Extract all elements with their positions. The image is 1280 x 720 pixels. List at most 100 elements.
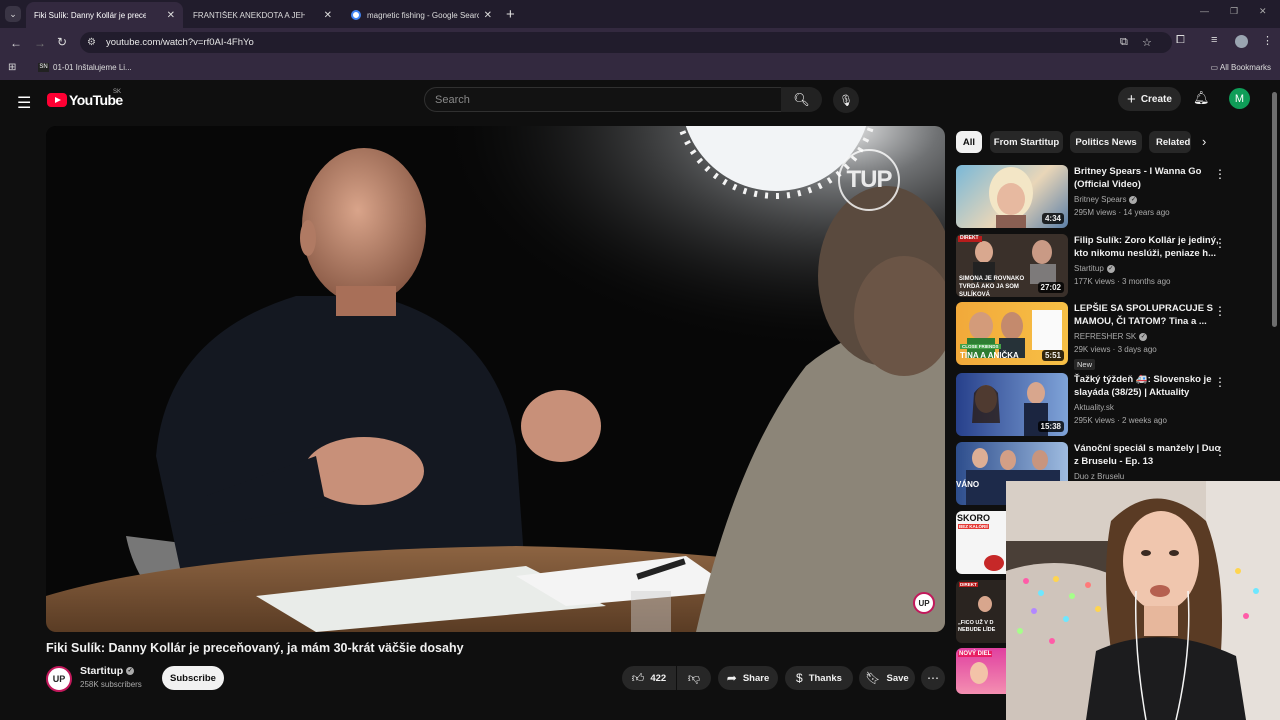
share-button[interactable]: ➦ Share (718, 666, 778, 690)
recommendation-item[interactable]: 4:34 Britney Spears - I Wanna Go (Offici… (956, 165, 1256, 229)
forward-icon[interactable]: → (34, 36, 46, 50)
channel-watermark-badge[interactable]: UP (913, 592, 935, 614)
subscriber-count: 258K subscribers (80, 680, 142, 689)
recommendation-channel[interactable]: Britney Spears ✓ (1074, 195, 1138, 204)
country-code: SK (113, 89, 122, 95)
reload-icon[interactable]: ↻ (57, 35, 67, 49)
menu-icon[interactable]: ☰ (17, 93, 31, 113)
video-duration: 5:51 (1041, 350, 1064, 361)
create-button[interactable]: + Create (1118, 87, 1181, 111)
video-thumbnail[interactable]: DIREKT SIMONA JE ROVNAKO TVRDÁ AKO JA SO… (956, 234, 1068, 297)
recommendation-title[interactable]: Filip Sulík: Zoro Kollár je jediný, kto … (1074, 234, 1226, 260)
recommendation-channel[interactable]: Startitup ✓ (1074, 264, 1115, 273)
thumbnail-caption: NOVÝ DIEL (958, 651, 993, 657)
extensions-icon[interactable]: ⧠ (1176, 34, 1185, 47)
thumbnail-label: DIREKT (960, 235, 979, 241)
verified-icon: ✓ (126, 667, 135, 676)
recommendation-item[interactable]: 15:38 Ťažký týždeň 🚑: Slovensko je slayá… (956, 373, 1256, 437)
video-thumbnail[interactable]: NOVÝ DIEL (956, 648, 1006, 694)
video-frame (46, 126, 945, 632)
thumbnail-caption: SIMONA JE ROVNAKO TVRDÁ AKO JA SOM SULÍK… (959, 276, 1025, 297)
profile-avatar[interactable] (1235, 35, 1248, 48)
bookmark-star-icon[interactable]: ☆ (1142, 36, 1152, 49)
thumbs-up-icon: 👍︎ (631, 670, 645, 685)
thumbnail-label: DIREKT (959, 582, 978, 587)
bookmark-label: 01-01 Inštalujeme Li... (53, 63, 132, 72)
video-thumbnail[interactable]: 4:34 (956, 165, 1068, 228)
video-thumbnail[interactable]: DIREKT „FICO UŽ V D NEBUDE LÍDE (956, 580, 1006, 643)
video-thumbnail[interactable]: CLOSE FRIENDS TINA A ANIČKA 5:51 (956, 302, 1068, 365)
recommendation-channel[interactable]: REFRESHER SK ✓ (1074, 332, 1148, 341)
apps-grid-icon[interactable]: ⊞ (8, 62, 16, 73)
recommendation-meta: 295K views · 2 weeks ago (1074, 416, 1167, 425)
user-avatar[interactable]: M (1229, 88, 1250, 109)
video-thumbnail[interactable]: SKORO BEZ KALÓRIÍ (956, 511, 1006, 574)
browser-menu-icon[interactable]: ⋮ (1262, 34, 1273, 47)
channel-name[interactable]: Startitup ✓ (80, 665, 135, 677)
tab-search-icon[interactable]: ⌄ (5, 6, 21, 22)
like-button[interactable]: 👍︎ 422 (622, 666, 676, 690)
thumbs-down-icon: 👎︎ (687, 670, 701, 685)
channel-avatar[interactable]: UP (46, 666, 72, 692)
recommendation-item[interactable]: DIREKT SIMONA JE ROVNAKO TVRDÁ AKO JA SO… (956, 234, 1256, 298)
recommendation-title[interactable]: Ťažký týždeň 🚑: Slovensko je slayáda (38… (1074, 373, 1226, 399)
tab-title: FRANTIŠEK ANEKDOTA A JEHO (193, 10, 305, 20)
tab-active[interactable]: Fiki Sulík: Danny Kollár je preceňovaný … (26, 2, 183, 28)
tab-close-icon[interactable]: ✕ (484, 10, 492, 21)
reading-list-icon[interactable]: ≡ (1211, 34, 1217, 46)
bookmarks-bar: ⊞ SN 01-01 Inštalujeme Li... ▭ All Bookm… (0, 56, 1280, 80)
more-vertical-icon[interactable]: ⋮ (1214, 375, 1226, 389)
chip-all[interactable]: All (956, 131, 982, 153)
url-text[interactable]: youtube.com/watch?v=rf0AI-4FhYo (106, 37, 254, 48)
bookmark-item[interactable]: SN 01-01 Inštalujeme Li... (38, 63, 132, 72)
recommendation-title[interactable]: Vánoční speciál s manžely | Duo z Brusel… (1074, 442, 1226, 468)
channel-name-text: Startitup (80, 665, 124, 677)
minimize-icon[interactable]: — (1200, 6, 1209, 16)
more-actions-button[interactable]: ⋯ (921, 666, 945, 690)
video-duration: 27:02 (1037, 282, 1064, 293)
chip-politics-news[interactable]: Politics News (1070, 131, 1142, 153)
notifications-bell-icon[interactable]: 🔔︎ (1193, 90, 1210, 106)
recommendation-channel[interactable]: Aktuality.sk (1074, 403, 1114, 412)
webcam-feed (1006, 481, 1280, 720)
new-tab-button[interactable]: + (506, 6, 515, 23)
more-vertical-icon[interactable]: ⋮ (1214, 444, 1226, 458)
thanks-button[interactable]: $ Thanks (785, 666, 853, 690)
close-window-icon[interactable]: ✕ (1259, 6, 1267, 17)
omnibox[interactable]: ⚙ youtube.com/watch?v=rf0AI-4FhYo ⧉ ☆ (80, 32, 1172, 53)
tab-google-search[interactable]: magnetic fishing - Google Search ✕ (343, 2, 500, 28)
recommendation-channel[interactable]: Duo z Bruselu (1074, 472, 1124, 481)
restore-icon[interactable]: ❐ (1230, 6, 1238, 17)
site-info-icon[interactable]: ⚙ (87, 37, 96, 48)
save-label: Save (886, 672, 909, 684)
recommendation-title[interactable]: Britney Spears - I Wanna Go (Official Vi… (1074, 165, 1226, 191)
bookmark-favicon: SN (38, 63, 49, 72)
all-bookmarks-label: All Bookmarks (1219, 63, 1271, 72)
chevron-right-icon[interactable]: › (1202, 134, 1206, 149)
plus-icon: + (1127, 90, 1136, 108)
scrollbar[interactable] (1272, 92, 1277, 327)
video-thumbnail[interactable]: 15:38 (956, 373, 1068, 436)
recommendation-title[interactable]: LEPŠIE SA SPOLUPRACUJE S MAMOU, ČI TATOM… (1074, 302, 1226, 328)
back-icon[interactable]: ← (10, 36, 22, 50)
more-vertical-icon[interactable]: ⋮ (1214, 304, 1226, 318)
save-button[interactable]: 🔖︎ Save (859, 666, 915, 690)
dislike-button[interactable]: 👎︎ (677, 666, 711, 690)
more-vertical-icon[interactable]: ⋮ (1214, 167, 1226, 181)
voice-search-button[interactable]: 🎙︎ (833, 87, 859, 113)
tab-close-icon[interactable]: ✕ (324, 10, 332, 21)
tab-frantisek[interactable]: FRANTIŠEK ANEKDOTA A JEHO ✕ (185, 2, 340, 28)
all-bookmarks-button[interactable]: ▭ All Bookmarks (1211, 63, 1271, 72)
subscribe-button[interactable]: Subscribe (162, 666, 224, 690)
install-app-icon[interactable]: ⧉ (1120, 36, 1128, 49)
chip-from-startitup[interactable]: From Startitup (990, 131, 1063, 153)
search-input[interactable]: Search (424, 87, 782, 112)
more-vertical-icon[interactable]: ⋮ (1214, 236, 1226, 250)
tab-close-icon[interactable]: ✕ (167, 10, 175, 21)
video-player[interactable]: TUP (46, 126, 945, 632)
youtube-logo[interactable]: YouTube SK (47, 89, 123, 108)
tab-title: Fiki Sulík: Danny Kollár je preceňovaný (34, 10, 146, 20)
chip-related[interactable]: Related (1149, 131, 1191, 153)
search-button[interactable]: 🔍︎ (781, 87, 822, 112)
recommendation-item[interactable]: CLOSE FRIENDS TINA A ANIČKA 5:51 LEPŠIE … (956, 302, 1256, 370)
